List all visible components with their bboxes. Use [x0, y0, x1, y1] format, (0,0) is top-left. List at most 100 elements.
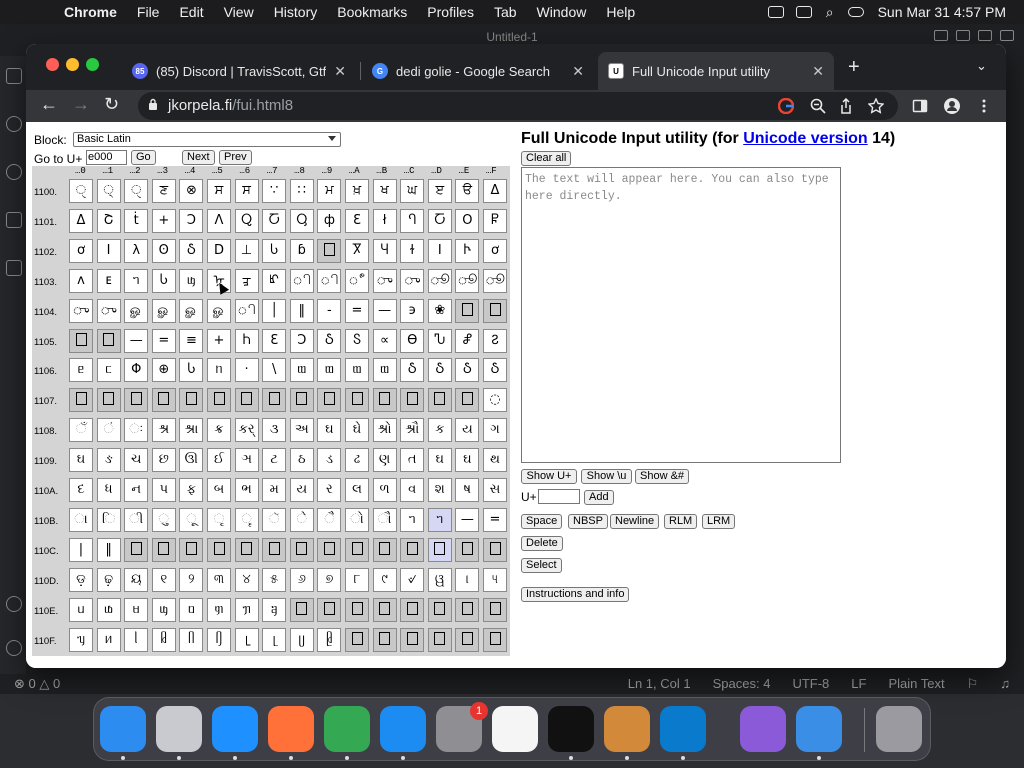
- dock-app-safari-icon[interactable]: [212, 706, 258, 752]
- character-cell[interactable]: ૌ: [372, 507, 397, 532]
- dock-app-visual-studio-icon[interactable]: [740, 706, 786, 752]
- bookmark-star-icon[interactable]: [868, 98, 884, 114]
- character-cell[interactable]: ા: [69, 507, 93, 532]
- character-cell[interactable]: ୬: [289, 567, 314, 592]
- delete-button[interactable]: Delete: [521, 536, 563, 551]
- character-cell[interactable]: શ્રૌ: [400, 418, 425, 443]
- character-cell[interactable]: ઈ: [207, 448, 231, 473]
- keyboard-icon[interactable]: [767, 6, 784, 18]
- close-window-button[interactable]: [46, 58, 59, 71]
- character-cell[interactable]: [455, 537, 480, 562]
- character-cell[interactable]: ௐ: [207, 298, 231, 323]
- character-cell[interactable]: [372, 597, 397, 622]
- character-cell[interactable]: ᥗ: [317, 358, 342, 383]
- character-cell[interactable]: ᥤ: [151, 627, 176, 652]
- menu-profiles[interactable]: Profiles: [417, 4, 484, 20]
- character-cell[interactable]: ડ: [317, 448, 342, 473]
- character-cell[interactable]: ᥥ: [179, 627, 204, 652]
- character-cell[interactable]: Ⴢ: [400, 358, 425, 383]
- character-cell[interactable]: [69, 388, 93, 413]
- character-cell[interactable]: ᡌ: [262, 268, 287, 293]
- character-cell[interactable]: િ: [96, 507, 121, 532]
- character-cell[interactable]: છ: [151, 448, 176, 473]
- character-cell[interactable]: ઞ: [234, 448, 259, 473]
- character-cell[interactable]: શ: [427, 478, 452, 502]
- character-cell[interactable]: સ: [483, 478, 507, 502]
- character-cell[interactable]: Ⴄ: [400, 208, 425, 233]
- character-cell[interactable]: ᥨ: [262, 627, 287, 652]
- character-cell[interactable]: ·: [234, 358, 259, 383]
- menubar-clock[interactable]: Sun Mar 31 4:57 PM: [870, 4, 1024, 20]
- character-cell[interactable]: ૂ: [179, 507, 204, 532]
- zoom-window-button[interactable]: [86, 58, 99, 71]
- character-cell[interactable]: =: [345, 298, 369, 323]
- output-textarea[interactable]: The text will appear here. You can also …: [521, 167, 841, 463]
- feedback-icon[interactable]: ⚐: [967, 676, 979, 692]
- character-cell[interactable]: [207, 388, 231, 413]
- character-cell[interactable]: Ⴗ: [372, 238, 397, 263]
- character-cell[interactable]: Ⴓ: [289, 208, 314, 233]
- character-cell[interactable]: ୳: [483, 567, 507, 592]
- character-cell[interactable]: ન: [124, 478, 149, 502]
- character-cell[interactable]: Ⴙ: [234, 328, 259, 353]
- account-icon[interactable]: [6, 596, 22, 612]
- nbsp-button[interactable]: NBSP: [568, 514, 608, 529]
- character-cell[interactable]: ઁ: [69, 418, 93, 443]
- character-cell[interactable]: ୩: [207, 567, 231, 592]
- character-cell[interactable]: ⊕: [151, 358, 176, 383]
- block-select[interactable]: Basic Latin: [73, 132, 341, 147]
- character-cell[interactable]: Ɛ: [345, 208, 369, 233]
- menu-edit[interactable]: Edit: [169, 4, 213, 20]
- character-cell[interactable]: -: [317, 298, 342, 323]
- character-cell[interactable]: [400, 627, 425, 652]
- character-cell[interactable]: ⊥: [234, 238, 259, 263]
- character-cell[interactable]: ਘ: [400, 179, 425, 203]
- character-cell[interactable]: [483, 597, 507, 622]
- character-cell[interactable]: Ⴥ: [455, 328, 480, 353]
- character-cell[interactable]: =: [483, 507, 507, 532]
- character-cell[interactable]: ਮ: [317, 179, 342, 203]
- share-icon[interactable]: [838, 98, 854, 114]
- character-cell[interactable]: [483, 537, 507, 562]
- character-cell[interactable]: [345, 537, 369, 562]
- character-cell[interactable]: ீ: [345, 268, 369, 293]
- instructions-info-button[interactable]: Instructions and info: [521, 587, 630, 602]
- character-cell[interactable]: ષ: [455, 478, 480, 502]
- character-cell[interactable]: Ⴠ: [427, 328, 452, 353]
- character-cell[interactable]: [483, 298, 507, 323]
- character-cell[interactable]: [345, 627, 369, 652]
- character-cell[interactable]: ੲ: [427, 179, 452, 203]
- character-cell[interactable]: ં: [96, 418, 121, 443]
- codepoint-input[interactable]: [538, 489, 580, 504]
- character-cell[interactable]: [124, 537, 149, 562]
- character-cell[interactable]: [69, 328, 93, 353]
- character-cell[interactable]: ௐ: [151, 298, 176, 323]
- character-cell[interactable]: Ⴍ: [234, 208, 259, 233]
- character-cell[interactable]: ો: [345, 507, 369, 532]
- character-cell[interactable]: શ્રો: [372, 418, 397, 443]
- character-cell[interactable]: [207, 537, 231, 562]
- character-cell[interactable]: ❀: [427, 298, 452, 323]
- character-cell[interactable]: ᥦ: [207, 627, 231, 652]
- character-cell[interactable]: ୨: [179, 567, 204, 592]
- clear-all-button[interactable]: Clear all: [521, 151, 572, 166]
- character-cell[interactable]: ੍: [96, 179, 121, 203]
- character-cell[interactable]: ᥧ: [234, 627, 259, 652]
- show-backslash-u-button[interactable]: Show \u: [581, 469, 632, 484]
- character-cell[interactable]: ઙ: [96, 448, 121, 473]
- character-cell[interactable]: ે: [289, 507, 314, 532]
- character-cell[interactable]: ૅ: [262, 507, 287, 532]
- character-cell[interactable]: ᥣ: [124, 627, 149, 652]
- menu-file[interactable]: File: [127, 4, 170, 20]
- dock-app-launchpad-icon[interactable]: [156, 706, 202, 752]
- character-cell[interactable]: ત: [400, 448, 425, 473]
- character-cell[interactable]: Ⴑ: [262, 238, 287, 263]
- select-button[interactable]: Select: [521, 558, 562, 573]
- search-icon[interactable]: [6, 116, 22, 132]
- character-cell[interactable]: —: [124, 328, 149, 353]
- character-cell[interactable]: Ⅰ: [427, 238, 452, 263]
- dock-app-chrome-icon[interactable]: [324, 706, 370, 752]
- tab-search-chevron-icon[interactable]: ⌄: [976, 58, 987, 74]
- character-cell[interactable]: Ⴀ: [427, 208, 452, 233]
- character-cell[interactable]: ᥜ: [179, 268, 204, 293]
